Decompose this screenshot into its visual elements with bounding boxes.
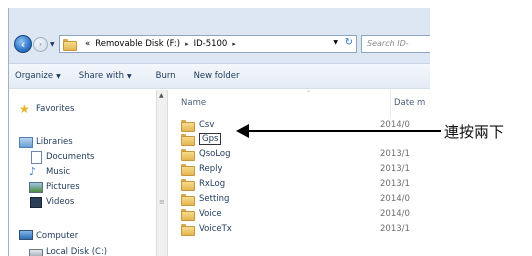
file-row-setting[interactable]: Setting 2014/0	[181, 192, 430, 206]
nav-item-label: Favorites	[36, 103, 75, 114]
nav-item-libraries[interactable]: Libraries	[19, 136, 73, 148]
callout-arrow-head-icon	[236, 124, 249, 138]
folder-icon	[181, 224, 195, 236]
nav-item-label: Local Disk (C:)	[46, 246, 108, 256]
breadcrumb: « Removable Disk (F:) ▸ ID-5100 ▸	[85, 39, 236, 49]
nav-item-computer[interactable]: Computer	[19, 230, 78, 241]
file-row-qsolog[interactable]: QsoLog 2013/1	[181, 147, 430, 161]
file-date: 2014/0	[380, 120, 410, 130]
navigation-pane: ★ Favorites Libraries Documents ♪ Music …	[9, 90, 156, 256]
nav-item-label: Computer	[36, 230, 79, 241]
folder-icon	[181, 179, 195, 191]
folder-icon	[181, 194, 195, 206]
organize-label: Organize	[15, 71, 54, 81]
scroll-up-icon[interactable]: ▲	[159, 92, 164, 99]
search-input[interactable]: Search ID-	[361, 35, 430, 53]
breadcrumb-item-removable-disk[interactable]: Removable Disk (F:)	[95, 39, 180, 49]
breadcrumb-separator-icon[interactable]: ▸	[232, 40, 236, 48]
column-header-date-modified[interactable]: Date m	[394, 98, 425, 108]
documents-icon	[29, 151, 42, 164]
music-note-icon: ♪	[29, 165, 37, 178]
burn-label: Burn	[155, 71, 176, 81]
nav-item-favorites[interactable]: ★ Favorites	[19, 102, 75, 116]
nav-item-label: Libraries	[36, 136, 73, 147]
recent-pages-caret-icon[interactable]: ▼	[50, 41, 55, 48]
address-dropdown-icon[interactable]: ▼	[333, 39, 338, 46]
column-header-name[interactable]: Name	[181, 98, 206, 108]
nav-item-documents[interactable]: Documents	[29, 151, 95, 164]
share-with-label: Share with	[78, 71, 124, 81]
back-button[interactable]: ‹	[14, 35, 32, 53]
organize-button[interactable]: Organize ▼	[9, 64, 67, 88]
hard-disk-icon	[29, 246, 43, 256]
nav-item-pictures[interactable]: Pictures	[29, 181, 80, 193]
file-date: 2013/1	[380, 224, 410, 234]
file-date: 2014/0	[380, 194, 410, 204]
file-row-reply[interactable]: Reply 2013/1	[181, 162, 430, 176]
file-row-gps[interactable]: Gps	[181, 132, 430, 146]
explorer-window: ‹ › ▼ « Removable Disk (F:) ▸ ID-5100 ▸ …	[8, 8, 430, 256]
file-name: Csv	[199, 120, 215, 130]
burn-button[interactable]: Burn	[150, 64, 182, 88]
breadcrumb-overflow[interactable]: «	[85, 39, 90, 49]
callout-label: 連按兩下	[444, 123, 505, 141]
nav-item-music[interactable]: ♪ Music	[29, 166, 70, 177]
folder-icon	[181, 149, 195, 161]
file-row-voice[interactable]: Voice 2014/0	[181, 207, 430, 221]
new-folder-button[interactable]: New folder	[188, 64, 246, 88]
chevron-down-icon: ▼	[126, 72, 132, 80]
file-list: Name ⌃ Date m Csv 2014/0 Gps QsoLog 2013…	[169, 90, 430, 256]
chevron-down-icon: ▼	[56, 72, 61, 80]
breadcrumb-item-id5100[interactable]: ID-5100	[194, 39, 228, 49]
forward-button[interactable]: ›	[33, 37, 48, 52]
file-date: 2013/1	[380, 149, 410, 159]
file-row-voicetx[interactable]: VoiceTx 2013/1	[181, 222, 430, 236]
folder-icon	[181, 209, 195, 221]
navigation-scrollbar[interactable]: ▲ ≡	[156, 90, 168, 256]
folder-icon	[181, 120, 195, 132]
nav-item-label: Pictures	[46, 181, 80, 192]
file-name: Gps	[199, 133, 222, 145]
address-bar[interactable]: « Removable Disk (F:) ▸ ID-5100 ▸ ▼ ↻	[59, 35, 357, 53]
star-icon: ★	[19, 102, 30, 116]
new-folder-label: New folder	[193, 71, 240, 81]
column-divider[interactable]	[390, 90, 391, 118]
file-row-rxlog[interactable]: RxLog 2013/1	[181, 177, 430, 191]
file-name: Reply	[199, 164, 223, 174]
command-bar: Organize ▼ Share with ▼ Burn New folder	[9, 63, 430, 89]
videos-icon	[29, 196, 42, 208]
nav-item-label: Documents	[46, 151, 95, 162]
file-date: 2013/1	[380, 179, 410, 189]
pictures-icon	[29, 181, 43, 193]
folder-icon	[181, 134, 195, 146]
nav-item-local-disk[interactable]: Local Disk (C:)	[29, 246, 107, 256]
file-name: QsoLog	[199, 149, 231, 159]
file-name: Voice	[199, 209, 222, 219]
computer-icon	[19, 230, 33, 241]
scroll-grip-icon[interactable]: ≡	[159, 198, 165, 206]
sort-ascending-icon: ⌃	[306, 90, 312, 97]
nav-item-label: Music	[46, 166, 71, 177]
file-name: VoiceTx	[199, 224, 232, 234]
libraries-icon	[19, 136, 33, 148]
refresh-icon[interactable]: ↻	[345, 37, 353, 48]
breadcrumb-separator-icon[interactable]: ▸	[185, 40, 189, 48]
forward-arrow-icon: ›	[38, 39, 43, 50]
nav-item-label: Videos	[46, 196, 75, 207]
back-arrow-icon: ‹	[20, 37, 26, 51]
share-with-button[interactable]: Share with ▼	[73, 64, 138, 88]
folder-icon	[63, 39, 77, 51]
file-date: 2014/0	[380, 209, 410, 219]
file-name: Setting	[199, 194, 230, 204]
file-name: RxLog	[199, 179, 226, 189]
file-date: 2013/1	[380, 164, 410, 174]
callout-arrow-line	[247, 130, 441, 132]
folder-icon	[181, 164, 195, 176]
nav-item-videos[interactable]: Videos	[29, 196, 75, 208]
